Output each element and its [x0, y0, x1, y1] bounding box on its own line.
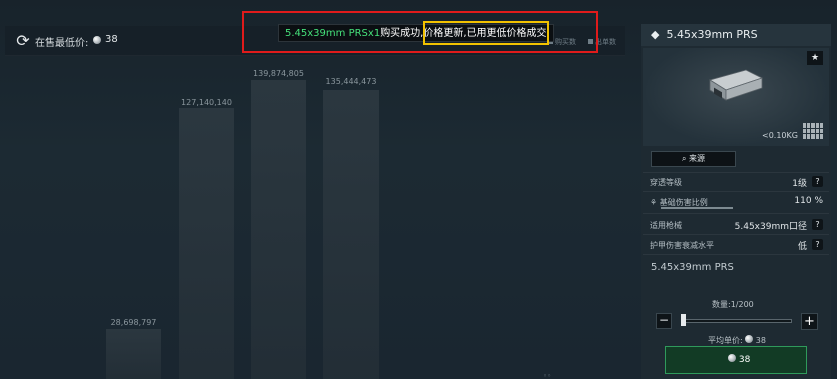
damage-icon: ⚘	[650, 198, 658, 207]
market-panel: ⟳ 在售最低价: 38 购买数 出单数 28,698,797 127,140,1…	[0, 0, 630, 379]
stat-label: 穿透等级	[650, 178, 682, 187]
inventory-size-icon	[803, 123, 823, 139]
increase-quantity-button[interactable]: +	[801, 313, 818, 330]
item-description: 5.45x39mm PRS	[651, 262, 734, 273]
favorite-star-icon[interactable]: ★	[807, 51, 823, 65]
stat-value: 5.45x39mm口径	[734, 222, 807, 232]
item-weight: <0.10KG	[762, 131, 798, 140]
scroll-indicator-icon: ◦◦	[543, 372, 552, 379]
damage-ratio-bar	[661, 207, 733, 209]
volume-bar	[179, 108, 234, 379]
quantity-label: 数量:1/200	[712, 300, 754, 309]
stat-row-penetration: 穿透等级 1级 ?	[643, 173, 829, 191]
divider	[643, 234, 829, 235]
ammo-box-image	[709, 69, 764, 101]
help-icon[interactable]: ?	[812, 219, 823, 230]
volume-bar-label: 28,698,797	[110, 318, 157, 327]
volume-bar	[106, 329, 161, 379]
decrease-quantity-button[interactable]: −	[656, 313, 672, 329]
average-price-label: 平均单价:	[708, 336, 743, 345]
help-icon[interactable]: ?	[812, 239, 823, 250]
refresh-icon[interactable]: ⟳	[14, 32, 32, 50]
buy-button-price: 38	[728, 354, 750, 365]
coin-icon	[93, 36, 101, 44]
source-button-label: 来源	[689, 154, 706, 163]
legend-sell-label: 出单数	[595, 38, 616, 46]
average-price: 平均单价: 38	[708, 335, 766, 346]
item-title: ◆ 5.45x39mm PRS	[651, 28, 758, 41]
coin-icon	[745, 335, 754, 343]
volume-bar-label: 135,444,473	[325, 77, 377, 86]
divider	[643, 254, 829, 255]
stat-value: 1级	[792, 179, 807, 189]
stat-row-weapons: 适用枪械 5.45x39mm口径 ?	[643, 216, 829, 234]
volume-bar	[323, 90, 379, 379]
quantity-slider[interactable]	[682, 319, 792, 323]
stat-label: 适用枪械	[650, 221, 682, 230]
item-title-text: 5.45x39mm PRS	[666, 28, 758, 41]
volume-bar-label: 139,874,805	[253, 69, 304, 78]
lowest-price-label: 在售最低价:	[35, 38, 89, 49]
stat-row-armor-damage: 护甲伤害衰减水平 低 ?	[643, 236, 829, 254]
divider	[643, 191, 829, 192]
buy-button-price-value: 38	[738, 355, 751, 365]
quantity-slider-handle[interactable]	[681, 314, 686, 326]
stat-value: 低	[797, 242, 807, 252]
stat-value: 110 %	[794, 196, 823, 206]
volume-bar	[251, 80, 306, 379]
coin-icon	[728, 354, 736, 362]
notification-success-text: 购买成功,	[380, 28, 424, 39]
average-price-value: 38	[755, 336, 766, 345]
divider	[643, 213, 829, 214]
source-button[interactable]: ⌕ 来源	[651, 151, 736, 167]
stat-label-text: 基础伤害比例	[659, 198, 708, 207]
stat-label: 护甲伤害衰减水平	[650, 241, 714, 250]
help-icon[interactable]: ?	[812, 176, 823, 187]
notification-item-text: 5.45x39mm PRSx1	[285, 28, 381, 39]
price-update-highlight-frame	[423, 21, 549, 45]
lowest-price-value: 38	[105, 34, 118, 45]
volume-bar-label: 127,140,140	[181, 98, 232, 107]
